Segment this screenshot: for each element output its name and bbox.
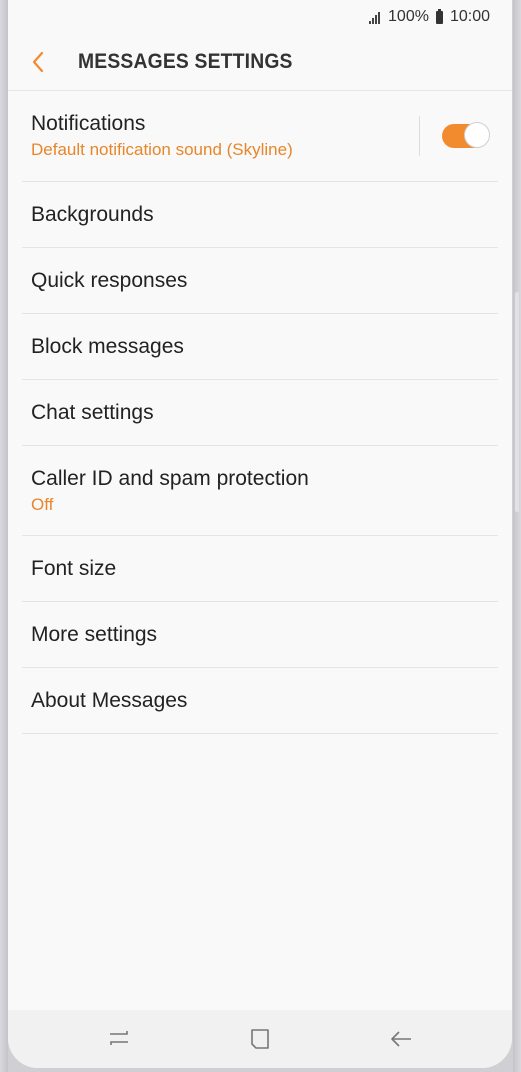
recents-icon[interactable] (89, 1014, 149, 1064)
device-side-button (515, 292, 519, 512)
setting-label: Backgrounds (31, 202, 154, 226)
setting-label: Notifications (31, 112, 146, 135)
navigation-bar (8, 1010, 512, 1068)
chevron-left-icon[interactable] (16, 40, 60, 84)
device-edge-right (513, 0, 521, 1072)
setting-label: Font size (31, 556, 117, 580)
status-bar: 100% 10:00 (8, 0, 512, 34)
screen: 100% 10:00 MESSAGES SETTINGS Notificatio… (8, 0, 512, 1068)
setting-label: About Messages (31, 688, 188, 712)
settings-list: Notifications Default notification sound… (22, 91, 498, 734)
setting-notifications[interactable]: Notifications Default notification sound… (22, 91, 498, 182)
back-icon[interactable] (371, 1014, 431, 1064)
setting-quick-responses[interactable]: Quick responses (22, 248, 498, 314)
toggle-thumb (464, 122, 490, 148)
clock: 10:00 (449, 8, 490, 25)
notifications-text: Notifications Default notification sound… (31, 112, 293, 160)
setting-caller-id[interactable]: Caller ID and spam protection Off (22, 446, 498, 536)
device-edge-left (0, 0, 8, 1072)
notifications-toggle-area (419, 91, 498, 181)
device-frame: 100% 10:00 MESSAGES SETTINGS Notificatio… (0, 0, 521, 1072)
setting-label: Quick responses (31, 268, 188, 292)
page-title: MESSAGES SETTINGS (78, 50, 293, 73)
app-header: MESSAGES SETTINGS (8, 34, 512, 91)
setting-label: Chat settings (31, 400, 154, 424)
battery-icon (435, 8, 443, 24)
setting-font-size[interactable]: Font size (22, 536, 498, 602)
setting-label: More settings (31, 622, 158, 646)
setting-backgrounds[interactable]: Backgrounds (22, 182, 498, 248)
setting-label: Caller ID and spam protection (31, 466, 309, 490)
notifications-toggle[interactable] (442, 122, 490, 148)
setting-more-settings[interactable]: More settings (22, 602, 498, 668)
home-icon[interactable] (230, 1014, 290, 1064)
signal-icon (369, 10, 381, 24)
setting-label: Block messages (31, 334, 184, 358)
vertical-divider (419, 116, 420, 156)
setting-chat-settings[interactable]: Chat settings (22, 380, 498, 446)
setting-about-messages[interactable]: About Messages (22, 668, 498, 734)
battery-percent: 100% (388, 8, 429, 25)
setting-sublabel: Off (31, 494, 54, 514)
setting-sublabel: Default notification sound (Skyline) (31, 140, 293, 159)
setting-block-messages[interactable]: Block messages (22, 314, 498, 380)
